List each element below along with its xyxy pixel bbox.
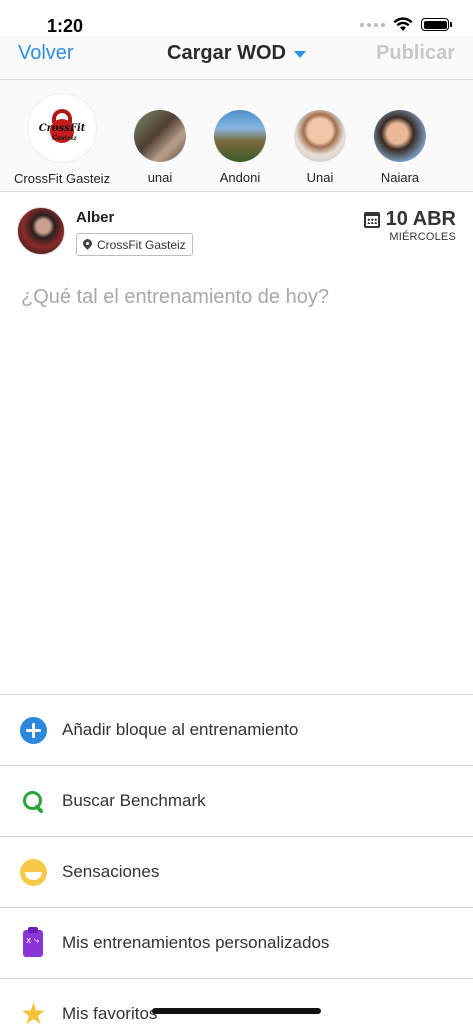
wifi-icon xyxy=(393,17,413,31)
add-block-option[interactable]: Añadir bloque al entrenamiento xyxy=(0,695,473,766)
story-item-crossfit-gasteiz[interactable]: CrossFit Gasteiz CrossFit Gasteiz xyxy=(14,93,110,186)
clipboard-icon xyxy=(23,926,43,957)
favorites-option[interactable]: ★ Mis favoritos xyxy=(0,979,473,1024)
smile-icon xyxy=(20,858,47,886)
story-item-naiara[interactable]: Naiara xyxy=(374,110,426,185)
story-label: Naiara xyxy=(380,170,420,185)
avatar xyxy=(214,110,266,162)
avatar xyxy=(134,110,186,162)
search-benchmark-option[interactable]: Buscar Benchmark xyxy=(0,766,473,837)
calendar-icon xyxy=(363,211,380,228)
avatar xyxy=(294,110,346,162)
search-icon xyxy=(20,788,47,815)
option-label: Añadir bloque al entrenamiento xyxy=(62,720,299,739)
custom-workouts-option[interactable]: Mis entrenamientos personalizados xyxy=(0,908,473,979)
date-weekday: MIÉRCOLES xyxy=(389,231,456,243)
status-bar: 1:20 xyxy=(0,0,473,40)
gym-logo: CrossFit Gasteiz xyxy=(27,93,98,163)
user-name: Alber xyxy=(76,209,115,226)
option-label: Sensaciones xyxy=(62,862,160,881)
status-time: 1:20 xyxy=(47,16,84,36)
location-pin-icon xyxy=(83,239,92,251)
option-label: Buscar Benchmark xyxy=(62,791,206,810)
home-indicator xyxy=(152,1008,321,1014)
gym-members-row: CrossFit Gasteiz CrossFit Gasteiz unai A… xyxy=(0,80,473,192)
feelings-option[interactable]: Sensaciones xyxy=(0,837,473,908)
gym-logo-subtext: Gasteiz xyxy=(52,135,77,142)
date-value: 10 ABR xyxy=(385,208,456,230)
signal-icon xyxy=(360,22,385,27)
battery-icon xyxy=(421,18,452,31)
option-label: Mis favoritos xyxy=(62,1004,158,1023)
story-item-unai-2[interactable]: Unai xyxy=(294,110,346,185)
story-item-andoni[interactable]: Andoni xyxy=(214,110,266,185)
plus-circle-icon xyxy=(20,716,47,744)
status-icons xyxy=(360,17,452,32)
navigation-bar: Volver Cargar WOD Publicar xyxy=(0,36,473,80)
option-label: Mis entrenamientos personalizados xyxy=(62,933,330,952)
caret-down-icon xyxy=(293,51,306,58)
page-title: Cargar WOD xyxy=(167,42,286,64)
avatar xyxy=(374,110,426,162)
options-list: Añadir bloque al entrenamiento Buscar Be… xyxy=(0,694,473,1024)
story-item-unai[interactable]: unai xyxy=(134,110,186,185)
story-label: CrossFit Gasteiz xyxy=(14,171,111,186)
story-label: unai xyxy=(147,170,173,185)
story-label: Unai xyxy=(306,170,334,185)
star-icon: ★ xyxy=(20,996,47,1024)
user-avatar xyxy=(17,207,65,255)
workout-text-input[interactable]: ¿Qué tal el entrenamiento de hoy? xyxy=(21,286,329,309)
date-selector[interactable]: 10 ABR MIÉRCOLES xyxy=(363,208,456,243)
story-label: Andoni xyxy=(219,170,261,185)
location-label: CrossFit Gasteiz xyxy=(97,237,186,252)
publish-button[interactable]: Publicar xyxy=(376,42,455,65)
gym-logo-text: CrossFit xyxy=(38,123,86,134)
location-chip[interactable]: CrossFit Gasteiz xyxy=(76,233,193,256)
